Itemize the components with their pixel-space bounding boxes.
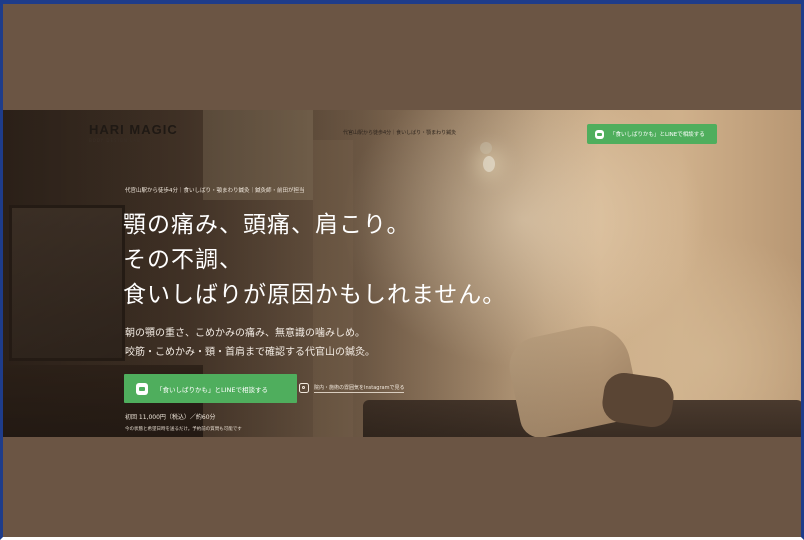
- browser-frame: HARI MAGIC BODY DESIGN LAB 代官山駅から徒歩4分｜食い…: [0, 0, 804, 540]
- line-consult-button-label: 「食いしばりかも」とLINEで相談する: [156, 385, 269, 394]
- bottom-band: [3, 437, 801, 537]
- logo-title: HARI MAGIC: [89, 122, 178, 137]
- site-logo[interactable]: HARI MAGIC BODY DESIGN LAB: [89, 122, 178, 143]
- hero-tagline: 代官山駅から徒歩4分｜食いしばり・顎まわり鍼灸｜鍼灸師・前田が担当: [125, 188, 305, 194]
- booking-note: 今の状態と希望日時を送るだけ。予約前の質問も可能です: [125, 427, 242, 432]
- instagram-link[interactable]: 院内・施術の雰囲気をInstagramで見る: [299, 383, 405, 393]
- header-line-button-label: 「食いしばりかも」とLINEで相談する: [610, 132, 705, 138]
- hero-section: HARI MAGIC BODY DESIGN LAB 代官山駅から徒歩4分｜食い…: [3, 110, 801, 437]
- line-consult-button[interactable]: 「食いしばりかも」とLINEで相談する: [124, 374, 297, 403]
- top-band: [3, 4, 801, 110]
- instagram-icon: [299, 383, 309, 393]
- description-line: 朝の顎の重さ、こめかみの痛み、無意識の噛みしめ。: [125, 328, 365, 339]
- headline-line: 食いしばりが原因かもしれません。: [123, 282, 507, 308]
- line-icon: [595, 129, 604, 139]
- hero-description: 朝の顎の重さ、こめかみの痛み、無意識の噛みしめ。 咬筋・こめかみ・頸・首肩まで確…: [125, 324, 375, 362]
- hero-headline: 顎の痛み、頭痛、肩こり。 その不調、 食いしばりが原因かもしれません。: [123, 208, 506, 313]
- description-line: 咬筋・こめかみ・頸・首肩まで確認する代官山の鍼灸。: [125, 347, 375, 358]
- header-nav-text: 代官山駅から徒歩4分｜食いしばり・顎まわり鍼灸: [343, 130, 457, 136]
- headline-line: その不調、: [123, 247, 243, 273]
- price-info: 初回 11,000円（税込）／約60分: [125, 414, 216, 421]
- headline-line: 顎の痛み、頭痛、肩こり。: [123, 212, 411, 238]
- header-line-button[interactable]: 「食いしばりかも」とLINEで相談する: [587, 124, 717, 144]
- logo-subtitle: BODY DESIGN LAB: [89, 138, 141, 143]
- instagram-link-label: 院内・施術の雰囲気をInstagramで見る: [314, 384, 405, 393]
- line-icon: [136, 382, 148, 395]
